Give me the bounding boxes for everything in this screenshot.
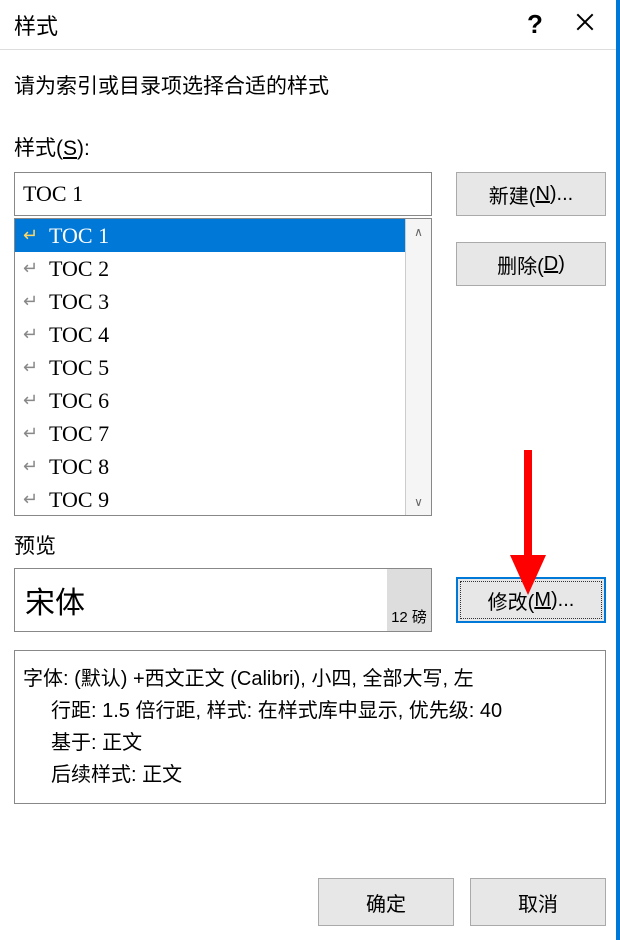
list-item[interactable]: ↵TOC 5 [15,351,405,384]
preview-label: 预览 [14,530,606,560]
style-list: ↵TOC 1 ↵TOC 2 ↵TOC 3 ↵TOC 4 ↵TOC 5 ↵TOC … [14,218,432,516]
preview-font-name: 宋体 [15,578,387,622]
instruction-text: 请为索引或目录项选择合适的样式 [14,70,606,100]
close-button[interactable] [560,11,610,38]
return-icon: ↵ [23,456,49,477]
return-icon: ↵ [23,423,49,444]
list-item[interactable]: ↵TOC 6 [15,384,405,417]
return-icon: ↵ [23,357,49,378]
return-icon: ↵ [23,390,49,411]
return-icon: ↵ [23,324,49,345]
preview-box: 宋体 12 磅 [14,568,432,632]
return-icon: ↵ [23,225,49,246]
dialog-footer: 确定 取消 [318,878,606,926]
cancel-button[interactable]: 取消 [470,878,606,926]
list-item[interactable]: ↵TOC 8 [15,450,405,483]
ok-button[interactable]: 确定 [318,878,454,926]
list-item[interactable]: ↵TOC 2 [15,252,405,285]
return-icon: ↵ [23,291,49,312]
scroll-down-icon[interactable]: ∨ [406,489,431,515]
style-name-input[interactable] [14,172,432,216]
return-icon: ↵ [23,258,49,279]
list-item[interactable]: ↵TOC 7 [15,417,405,450]
titlebar: 样式 ? [0,0,620,50]
list-item[interactable]: ↵TOC 1 [15,219,405,252]
dialog-title: 样式 [14,9,510,41]
list-item[interactable]: ↵TOC 3 [15,285,405,318]
list-item[interactable]: ↵TOC 4 [15,318,405,351]
modify-button[interactable]: 修改(M)... [456,577,606,623]
list-item[interactable]: ↵TOC 9 [15,483,405,515]
delete-button[interactable]: 删除(D) [456,242,606,286]
window-edge [616,0,620,940]
return-icon: ↵ [23,489,49,510]
new-button[interactable]: 新建(N)... [456,172,606,216]
scrollbar[interactable]: ∧ ∨ [405,219,431,515]
preview-font-size: 12 磅 [387,569,431,631]
scroll-up-icon[interactable]: ∧ [406,219,431,245]
style-description: 字体: (默认) +西文正文 (Calibri), 小四, 全部大写, 左 行距… [14,650,606,804]
help-button[interactable]: ? [510,9,560,40]
styles-label: 样式(S): [14,132,606,162]
